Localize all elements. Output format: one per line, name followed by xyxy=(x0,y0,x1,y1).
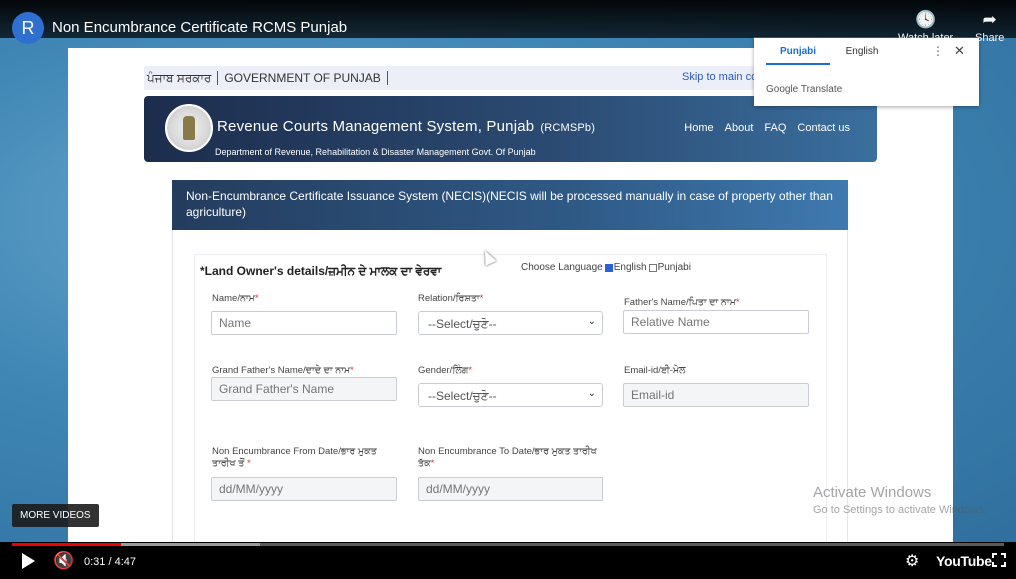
to-date-label: Non Encumbrance To Date/ਭਾਰ ਮੁਕਤ ਤਾਰੀਖ ਤ… xyxy=(418,446,597,469)
play-icon[interactable] xyxy=(22,553,35,569)
english-checkbox[interactable] xyxy=(604,263,613,272)
channel-avatar[interactable]: R xyxy=(12,12,44,44)
choose-language-label: Choose Language xyxy=(521,262,603,273)
clock-icon: 🕓 xyxy=(915,10,937,29)
name-input[interactable] xyxy=(211,311,397,335)
video-title[interactable]: Non Encumbrance Certificate RCMS Punjab xyxy=(52,19,347,36)
punjabi-checkbox[interactable] xyxy=(648,263,657,272)
to-date-input[interactable] xyxy=(418,477,603,501)
form-header: Non-Encumbrance Certificate Issuance Sys… xyxy=(172,180,848,230)
nav-about[interactable]: About xyxy=(725,122,754,134)
nav-faq[interactable]: FAQ xyxy=(764,122,786,134)
from-date-input[interactable] xyxy=(211,477,397,501)
youtube-logo[interactable]: YouTube xyxy=(936,553,992,569)
email-label: Email-id/ਈ-ਮੇਲ xyxy=(624,365,686,376)
skip-to-main-link[interactable]: Skip to main co xyxy=(682,71,757,83)
more-videos-button[interactable]: MORE VIDEOS xyxy=(12,504,99,527)
main-nav: Home About FAQ Contact us xyxy=(684,122,850,134)
site-abbr: (RCMSPb) xyxy=(540,122,596,134)
share-button[interactable]: ➦ Share xyxy=(975,10,1004,44)
time-display: 0:31 / 4:47 xyxy=(84,556,136,568)
translate-tabs: Punjabi English xyxy=(766,45,894,65)
gender-select[interactable]: --Select/ਚੁਣੋ-- ⌄ xyxy=(418,383,603,407)
gender-label: Gender/ਲਿੰਗ* xyxy=(418,365,473,376)
strip-divider xyxy=(386,71,388,85)
nav-home[interactable]: Home xyxy=(684,122,713,134)
gear-icon[interactable]: ⚙ xyxy=(905,551,919,571)
father-name-input[interactable] xyxy=(623,310,809,334)
english-option-label: English xyxy=(613,262,647,273)
site-title: Revenue Courts Management System, Punjab… xyxy=(217,118,596,135)
relation-select[interactable]: --Select/ਚੁਣੋ-- ⌄ xyxy=(418,311,603,335)
punjab-sarkar-label: ਪੰਜਾਬ ਸਰਕਾਰ xyxy=(147,70,212,85)
chevron-down-icon: ⌄ xyxy=(587,388,596,399)
punjab-emblem-icon xyxy=(165,104,213,152)
grandfather-name-label: Grand Father's Name/ਦਾਦੇ ਦਾ ਨਾਮ* xyxy=(212,365,354,376)
progress-bar[interactable] xyxy=(12,543,1004,546)
activate-windows-watermark: Activate Windows Go to Settings to activ… xyxy=(813,484,987,516)
name-label: Name/ਨਾਮ* xyxy=(212,293,259,304)
strip-divider xyxy=(217,71,219,85)
department-name: Department of Revenue, Rehabilitation & … xyxy=(215,147,536,157)
email-input[interactable] xyxy=(623,383,809,407)
google-translate-brand: Google Translate xyxy=(766,84,843,95)
translate-tab-punjabi[interactable]: Punjabi xyxy=(766,45,830,65)
punjabi-option-label: Punjabi xyxy=(657,262,691,273)
player-controls xyxy=(0,542,1016,579)
grandfather-name-input[interactable] xyxy=(211,377,397,401)
section-title: *Land Owner's details/ਜ਼ਮੀਨ ਦੇ ਮਾਲਕ ਦਾ ਵ… xyxy=(200,264,442,278)
from-date-label: Non Encumbrance From Date/ਭਾਰ ਮੁਕਤ ਤਾਰੀਖ… xyxy=(212,446,377,469)
muted-speaker-icon[interactable]: 🔇 xyxy=(53,551,74,571)
chevron-down-icon: ⌄ xyxy=(587,316,596,327)
more-options-icon[interactable]: ⋮ xyxy=(932,44,944,58)
father-name-label: Father's Name/ਪਿਤਾ ਦਾ ਨਾਮ* xyxy=(624,297,740,308)
google-translate-popup: Punjabi English ⋮ ✕ Google Translate xyxy=(754,37,979,106)
played-bar xyxy=(12,543,122,546)
language-chooser: Choose Language English Punjabi xyxy=(521,262,691,273)
translate-tab-english[interactable]: English xyxy=(830,45,894,65)
watch-later-button[interactable]: 🕓 Watch later xyxy=(898,10,953,44)
share-arrow-icon: ➦ xyxy=(982,10,997,29)
relation-label: Relation/ਰਿਸ਼ਤਾ* xyxy=(418,293,484,304)
fullscreen-icon[interactable] xyxy=(992,553,1006,567)
nav-contact-us[interactable]: Contact us xyxy=(797,122,850,134)
close-icon[interactable]: ✕ xyxy=(954,43,965,59)
government-of-punjab-label: GOVERNMENT OF PUNJAB xyxy=(224,71,381,85)
